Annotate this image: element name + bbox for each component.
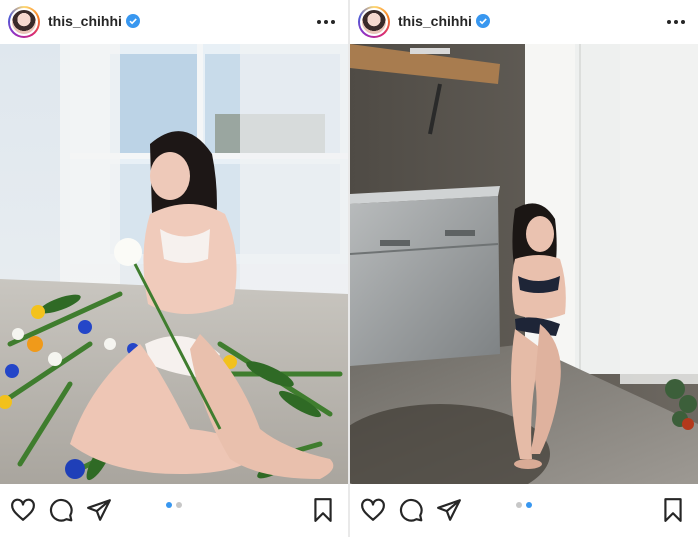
heart-icon[interactable] — [360, 497, 386, 523]
more-horizontal-icon[interactable] — [314, 10, 338, 34]
verified-badge-icon — [126, 14, 140, 28]
carousel-dot-active — [526, 502, 532, 508]
comment-icon[interactable] — [398, 497, 424, 523]
carousel-dot-active — [166, 502, 172, 508]
share-icon[interactable] — [436, 497, 462, 523]
share-icon[interactable] — [86, 497, 112, 523]
carousel-indicator — [350, 502, 698, 508]
avatar-image — [360, 8, 388, 36]
carousel-indicator — [0, 502, 348, 508]
post-left: this_chihhi — [0, 0, 348, 537]
bookmark-icon[interactable] — [660, 497, 686, 523]
carousel-dot — [176, 502, 182, 508]
username[interactable]: this_chihhi — [48, 13, 122, 29]
comment-icon[interactable] — [48, 497, 74, 523]
post-photo[interactable] — [0, 44, 348, 484]
post-header: this_chihhi — [0, 0, 348, 44]
post-header: this_chihhi — [350, 0, 698, 44]
photo-kitchen-window-scene — [350, 44, 698, 484]
post-photo[interactable] — [350, 44, 698, 484]
bookmark-icon[interactable] — [310, 497, 336, 523]
username[interactable]: this_chihhi — [398, 13, 472, 29]
instagram-post-collage: this_chihhi this_chihhi — [0, 0, 700, 537]
photo-flowers-window-scene — [0, 44, 348, 484]
carousel-dot — [516, 502, 522, 508]
more-horizontal-icon[interactable] — [664, 10, 688, 34]
avatar-image — [10, 8, 38, 36]
post-right: this_chihhi — [350, 0, 698, 537]
post-actions — [350, 484, 698, 537]
avatar[interactable] — [358, 6, 390, 38]
verified-badge-icon — [476, 14, 490, 28]
avatar[interactable] — [8, 6, 40, 38]
heart-icon[interactable] — [10, 497, 36, 523]
post-actions — [0, 484, 348, 537]
